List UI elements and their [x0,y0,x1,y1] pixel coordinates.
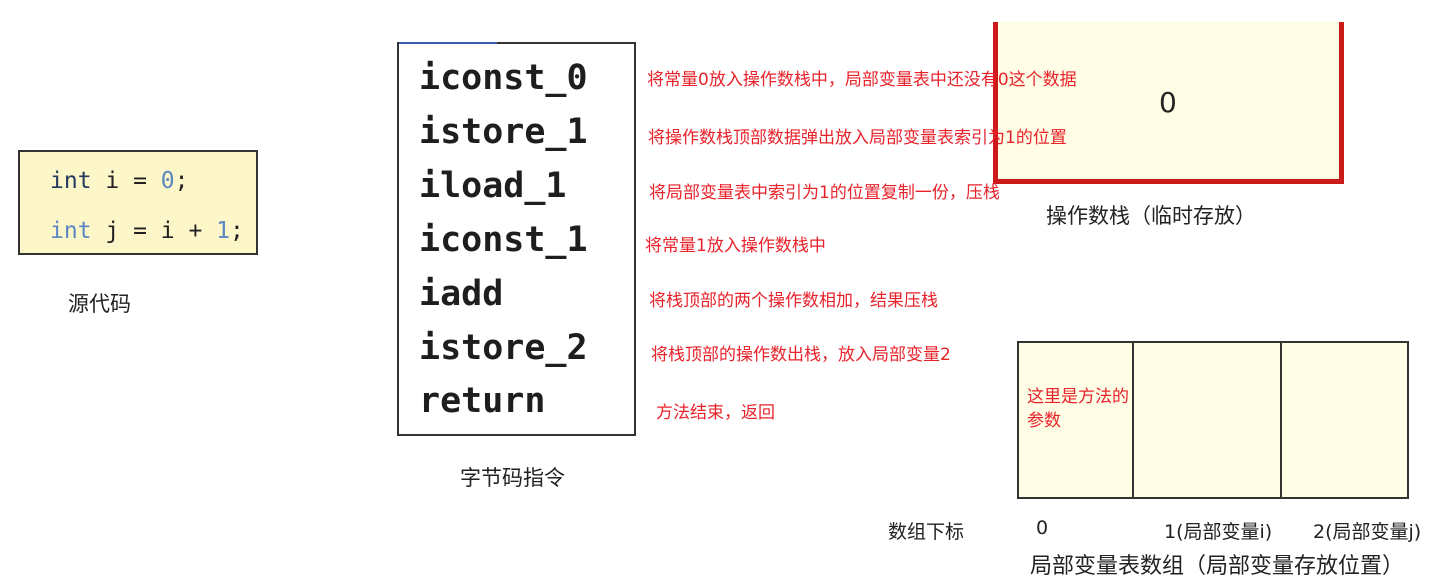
source-code-box: int i = 0; int j = i + 1; [18,150,258,255]
note: 将常量0放入操作数栈中，局部变量表中还没有0这个数据 [647,70,1077,90]
code-text: ; [174,168,189,194]
keyword: int [50,168,92,194]
cell-note: 这里是方法的参数 [1027,387,1129,431]
index-1: 1(局部变量i) [1164,521,1273,543]
note: 方法结束，返回 [656,403,775,423]
stack-value: 0 [1159,86,1177,119]
number: 1 [216,218,231,244]
instruction: iconst_0 [419,58,588,98]
instruction: iconst_1 [419,220,588,260]
local-variable-table-label: 局部变量表数组（局部变量存放位置） [1030,554,1405,579]
source-code-label: 源代码 [68,292,131,316]
note: 将栈顶部的操作数出栈，放入局部变量2 [651,345,951,365]
bytecode-box: iconst_0 istore_1 iload_1 iconst_1 iadd … [397,42,636,436]
code-text: i = [91,168,161,194]
note: 将栈顶部的两个操作数相加，结果压栈 [649,291,938,311]
divider [399,42,497,44]
operand-stack-label: 操作数栈（临时存放） [1046,204,1256,228]
local-variable-table: 这里是方法的参数 [1017,341,1409,499]
code-line-2: int j = i + 1; [50,218,244,244]
index-2: 2(局部变量j) [1313,521,1422,543]
instruction: iload_1 [419,166,567,206]
code-line-1: int i = 0; [50,168,189,194]
note: 将局部变量表中索引为1的位置复制一份，压栈 [649,183,1000,203]
instruction: istore_1 [419,112,588,152]
note: 将操作数栈顶部数据弹出放入局部变量表索引为1的位置 [648,128,1067,148]
instruction: iadd [419,274,504,314]
code-text: ; [230,218,244,244]
number: 0 [160,168,175,194]
lvt-cell-0: 这里是方法的参数 [1019,343,1134,497]
keyword: int [50,218,92,244]
lvt-cell-2 [1282,343,1407,497]
note: 将常量1放入操作数栈中 [645,236,826,256]
index-label: 数组下标 [888,521,965,543]
index-0: 0 [1036,517,1049,539]
bytecode-label: 字节码指令 [460,466,565,490]
lvt-cell-1 [1134,343,1282,497]
instruction: return [419,381,546,421]
instruction: istore_2 [419,328,588,368]
code-text: j = i + [91,218,217,244]
